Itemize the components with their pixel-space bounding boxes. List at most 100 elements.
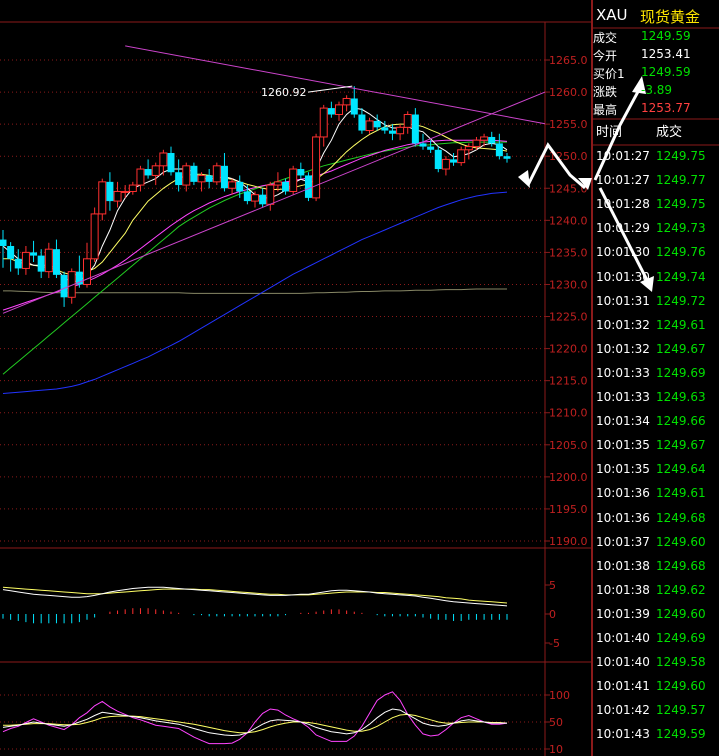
candle-body-up (335, 104, 343, 116)
tick-price: 1249.63 (656, 390, 706, 404)
price-tick-label: 1235.0 (549, 246, 588, 259)
candle-body-up (464, 146, 473, 151)
tick-price: 1249.58 (656, 655, 706, 670)
symbol-code: XAU (596, 6, 628, 24)
symbol-name: 现货黄金 (640, 8, 701, 26)
quote-label: 今开 (593, 49, 618, 63)
macd-dea-line (2, 586, 508, 604)
tick-time: 10:01:27 (596, 149, 650, 163)
candle-body-up (480, 136, 489, 141)
candle-body-up (159, 152, 168, 167)
tick-row[interactable]: 10:01:29 1249.73 (596, 221, 716, 245)
tick-row[interactable]: 10:01:34 1249.66 (596, 414, 716, 438)
candle-body-up (266, 184, 275, 205)
tick-row[interactable]: 10:01:40 1249.69 (596, 631, 716, 655)
tick-row[interactable]: 10:01:35 1249.67 (596, 438, 716, 462)
candle-body-down (373, 120, 381, 128)
tick-row[interactable]: 10:01:41 1249.60 (596, 679, 716, 703)
candle-body-up (182, 165, 191, 186)
ma120-line (3, 288, 507, 294)
tick-price: 1249.68 (656, 510, 706, 525)
price-tick-label: 1210.0 (549, 407, 588, 420)
kdj-panel: 100 50 10 (0, 689, 570, 756)
candle-body-down (427, 146, 435, 150)
candle-body-down (106, 181, 114, 202)
tick-row[interactable]: 10:01:36 1249.68 (596, 511, 716, 535)
kdj-d-line (3, 713, 508, 734)
tick-row[interactable]: 10:01:37 1249.60 (596, 535, 716, 559)
candle-body-up (44, 248, 53, 273)
candle-body-down (503, 156, 511, 159)
tick-time: 10:01:38 (596, 558, 650, 573)
quote-value: 1249.59 (641, 29, 691, 43)
candle-body-down (350, 98, 358, 115)
tick-row[interactable]: 10:01:32 1249.67 (596, 342, 716, 366)
candle-body-up (457, 149, 466, 164)
candle-body-up (113, 190, 122, 202)
tick-row[interactable]: 10:01:28 1249.75 (596, 197, 716, 221)
candle-body-up (365, 120, 374, 132)
quote-value: -3.89 (641, 83, 673, 97)
tick-price: 1249.67 (656, 438, 706, 453)
price-tick-label: 1195.0 (549, 503, 588, 516)
tick-row[interactable]: 10:01:38 1249.62 (596, 583, 716, 607)
tick-time: 10:01:40 (596, 631, 650, 645)
candle-body-down (282, 181, 290, 192)
tick-time: 10:01:39 (596, 606, 650, 621)
tick-time: 10:01:41 (596, 679, 650, 694)
tick-row[interactable]: 10:01:32 1249.61 (596, 318, 716, 342)
tick-row[interactable]: 10:01:40 1249.58 (596, 655, 716, 679)
candle-body-down (52, 249, 60, 275)
tick-price: 1249.66 (656, 414, 706, 429)
candle-body-up (396, 126, 405, 135)
tick-price: 1249.60 (656, 606, 706, 621)
tick-time: 10:01:31 (596, 293, 650, 308)
candle-body-down (37, 255, 45, 272)
price-tick-label: 1260.0 (549, 86, 588, 99)
tick-row[interactable]: 10:01:30 1249.76 (596, 245, 716, 269)
macd-tick-label: 0 (549, 608, 556, 621)
tick-row[interactable]: 10:01:38 1249.68 (596, 559, 716, 583)
tick-time: 10:01:36 (596, 486, 650, 501)
tick-price: 1249.61 (656, 486, 706, 501)
kdj-j-line (2, 691, 508, 745)
candle-body-up (472, 139, 481, 148)
tick-row[interactable]: 10:01:39 1249.60 (596, 607, 716, 631)
tick-time: 10:01:40 (596, 655, 650, 670)
ticks-header-price: 成交 (656, 125, 683, 140)
tick-time: 10:01:38 (596, 582, 650, 597)
tick-row[interactable]: 10:01:43 1249.59 (596, 727, 716, 751)
price-tick-label: 1200.0 (549, 471, 588, 484)
tick-row[interactable]: 10:01:33 1249.63 (596, 390, 716, 414)
candle-body-down (297, 169, 305, 176)
tick-row[interactable]: 10:01:33 1249.69 (596, 366, 716, 390)
quote-row: 今开 1253.41 (593, 47, 719, 65)
price-tick-label: 1220.0 (549, 343, 588, 356)
quote-label: 成交 (593, 31, 618, 45)
tick-row[interactable]: 10:01:35 1249.64 (596, 462, 716, 486)
tick-row[interactable]: 10:01:27 1249.77 (596, 173, 716, 197)
tick-price: 1249.69 (656, 365, 706, 380)
macd-tick-label: 5 (549, 579, 556, 592)
candle-body-down (381, 127, 389, 131)
candle-body-down (14, 258, 22, 269)
annotations: 1260.92 (261, 85, 353, 99)
tick-time: 10:01:42 (596, 703, 650, 718)
quote-row: 买价1 1249.59 (593, 65, 719, 83)
tick-row[interactable]: 10:01:42 1249.57 (596, 703, 716, 727)
tick-price: 1249.59 (656, 727, 706, 742)
tick-row[interactable]: 10:01:31 1249.72 (596, 294, 716, 318)
candle-body-up (128, 184, 137, 192)
tick-row[interactable]: 10:01:36 1249.61 (596, 486, 716, 510)
candle-body-up (319, 107, 328, 138)
candle-body-down (205, 175, 213, 182)
price-tick-label: 1215.0 (549, 375, 588, 388)
trendline-support (2, 91, 546, 314)
candle-body-down (30, 252, 38, 256)
tick-row[interactable]: 10:01:30 1249.74 (596, 270, 716, 294)
tick-price: 1249.69 (656, 631, 706, 645)
candle-body-down (144, 169, 152, 176)
tick-time: 10:01:33 (596, 365, 650, 380)
candle-body-down (236, 181, 244, 192)
tick-row[interactable]: 10:01:27 1249.75 (596, 149, 716, 173)
